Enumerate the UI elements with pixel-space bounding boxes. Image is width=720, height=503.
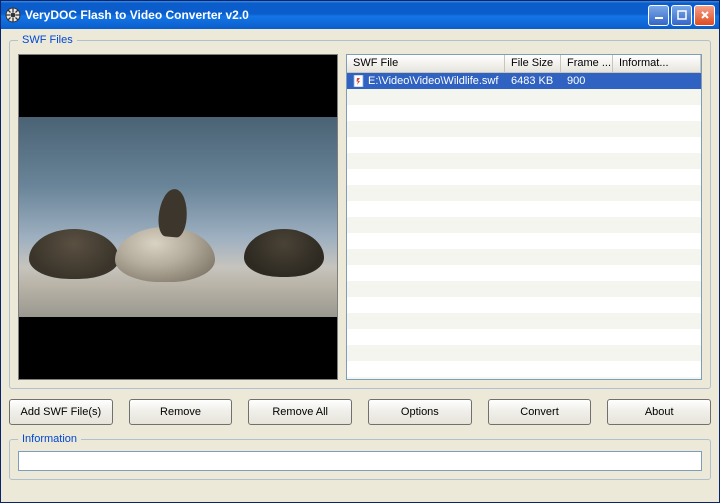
swf-files-legend: SWF Files [18,34,77,46]
main-window: VeryDOC Flash to Video Converter v2.0 SW… [0,0,720,503]
information-legend: Information [18,433,81,445]
file-list[interactable]: SWF File File Size Frame ... Informat...… [346,54,702,380]
button-row: Add SWF File(s) Remove Remove All Option… [9,395,711,433]
window-controls [648,5,715,26]
titlebar[interactable]: VeryDOC Flash to Video Converter v2.0 [1,1,719,29]
cell-frame: 900 [561,75,613,87]
file-list-header: SWF File File Size Frame ... Informat... [347,55,701,73]
column-header-frame[interactable]: Frame ... [561,55,613,72]
swf-files-group: SWF Files SWF File File Size Frame ... [9,34,711,389]
convert-button[interactable]: Convert [488,399,592,425]
cell-file-text: E:\Video\Video\Wildlife.swf [368,75,498,87]
table-row[interactable]: E:\Video\Video\Wildlife.swf 6483 KB 900 [347,73,701,89]
options-button[interactable]: Options [368,399,472,425]
cell-file: E:\Video\Video\Wildlife.swf [347,75,505,87]
flash-file-icon [353,75,365,87]
app-icon [5,7,21,23]
preview-pane[interactable] [18,54,338,380]
close-button[interactable] [694,5,715,26]
cell-size: 6483 KB [505,75,561,87]
about-button[interactable]: About [607,399,711,425]
window-title: VeryDOC Flash to Video Converter v2.0 [25,8,648,22]
column-header-size[interactable]: File Size [505,55,561,72]
client-area: SWF Files SWF File File Size Frame ... [1,29,719,502]
information-field[interactable] [18,451,702,471]
maximize-button[interactable] [671,5,692,26]
remove-button[interactable]: Remove [129,399,233,425]
information-group: Information [9,433,711,480]
add-swf-button[interactable]: Add SWF File(s) [9,399,113,425]
column-header-file[interactable]: SWF File [347,55,505,72]
minimize-button[interactable] [648,5,669,26]
file-list-body[interactable]: E:\Video\Video\Wildlife.swf 6483 KB 900 [347,73,701,379]
column-header-info[interactable]: Informat... [613,55,701,72]
remove-all-button[interactable]: Remove All [248,399,352,425]
preview-image [19,117,337,317]
